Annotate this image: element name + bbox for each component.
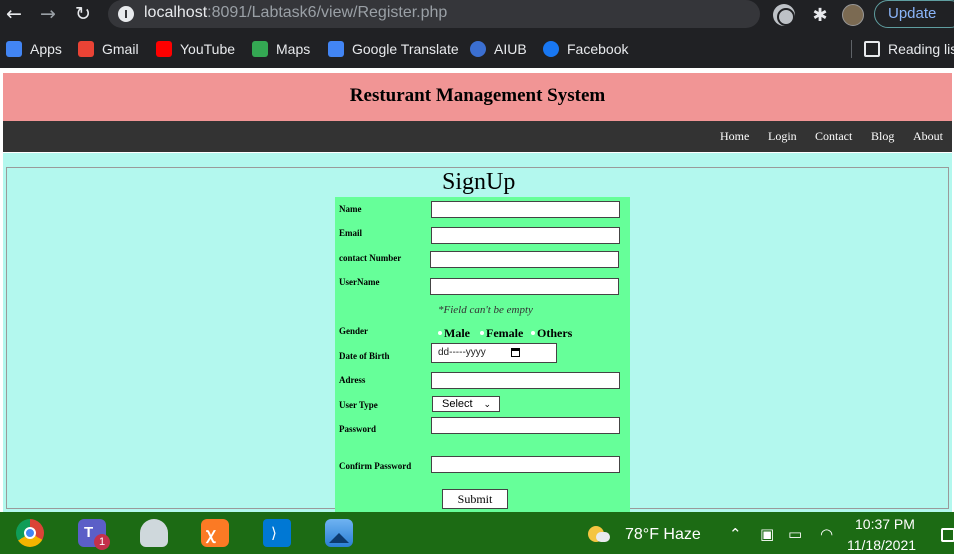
radio-dot-icon [480, 331, 484, 335]
weather-icon[interactable] [586, 522, 612, 544]
clock-time[interactable]: 10:37 PM [855, 516, 915, 532]
photos-taskbar-icon[interactable] [325, 519, 353, 547]
translate-globe-icon[interactable] [773, 4, 795, 26]
vscode-taskbar-icon[interactable]: ⟩ [263, 519, 291, 547]
bookmark-youtube[interactable]: YouTube [156, 40, 235, 58]
bookmark-maps[interactable]: Maps [252, 40, 310, 58]
name-input[interactable] [431, 201, 620, 218]
address-bar[interactable]: localhost:8091/Labtask6/view/Register.ph… [108, 0, 760, 28]
username-input[interactable] [430, 278, 619, 295]
bookmark-google-translate[interactable]: Google Translate [328, 40, 459, 58]
extensions-puzzle-icon[interactable]: ✱ [809, 4, 831, 26]
wifi-icon[interactable]: ◠ [820, 526, 833, 542]
gender-others-radio[interactable]: Others [531, 326, 572, 341]
confirm-password-input[interactable] [431, 456, 620, 473]
facebook-icon [543, 41, 559, 57]
contact-number-input[interactable] [430, 251, 619, 268]
browser-toolbar: ← → ↻ localhost:8091/Labtask6/view/Regis… [0, 0, 954, 30]
site-title: Resturant Management System [349, 85, 606, 106]
notification-icon[interactable] [941, 528, 954, 542]
apps-grid-icon [6, 41, 22, 57]
chevron-up-icon[interactable]: ⌃ [729, 526, 742, 542]
web-page: Resturant Management System Home Login C… [0, 68, 954, 517]
signup-form: Name Email contact Number UserName *Fiel… [335, 197, 630, 517]
bookmark-apps[interactable]: Apps [6, 40, 62, 58]
battery-icon[interactable]: ▭ [788, 526, 802, 542]
weather-text[interactable]: 78°F Haze [625, 526, 701, 544]
nav-login-link[interactable]: Login [768, 129, 797, 144]
name-label: Name [339, 204, 362, 214]
site-navbar: Home Login Contact Blog About [3, 121, 952, 152]
nav-home-link[interactable]: Home [720, 129, 749, 144]
teams-badge: 1 [94, 534, 110, 550]
nav-blog-link[interactable]: Blog [871, 129, 894, 144]
submit-button[interactable]: Submit [442, 489, 508, 509]
chrome-taskbar-icon[interactable] [16, 519, 44, 547]
nav-about-link[interactable]: About [913, 129, 943, 144]
dob-label: Date of Birth [339, 351, 390, 361]
calendar-icon[interactable] [511, 348, 520, 357]
contact-number-label: contact Number [339, 253, 402, 263]
maps-icon [252, 41, 268, 57]
site-header: Resturant Management System [3, 73, 952, 121]
password-input[interactable] [431, 417, 620, 434]
back-arrow-icon[interactable]: ← [2, 3, 26, 25]
forward-arrow-icon[interactable]: → [36, 3, 60, 25]
meet-now-icon[interactable]: ▣ [760, 526, 774, 542]
bookmarks-bar: Apps Gmail YouTube Maps Google Translate… [0, 32, 954, 66]
field-hint: *Field can't be empty [438, 304, 533, 316]
reload-icon[interactable]: ↻ [71, 3, 95, 25]
bookmark-gmail[interactable]: Gmail [78, 40, 139, 58]
aiub-icon [470, 41, 486, 57]
email-input[interactable] [431, 227, 620, 244]
xampp-taskbar-icon[interactable]: ꭓ [201, 519, 229, 547]
nav-contact-link[interactable]: Contact [815, 129, 852, 144]
signup-fieldset: SignUp Name Email contact Number UserNam… [6, 167, 949, 517]
bookmark-aiub[interactable]: AIUB [470, 40, 527, 58]
reading-list-button[interactable]: Reading list [864, 40, 954, 58]
address-input[interactable] [431, 372, 620, 389]
snipping-tool-taskbar-icon[interactable] [140, 519, 168, 547]
clock-date[interactable]: 11/18/2021 [847, 537, 916, 553]
radio-dot-icon [531, 331, 535, 335]
username-label: UserName [339, 277, 380, 287]
user-type-label: User Type [339, 400, 378, 410]
teams-taskbar-icon[interactable]: T 1 [78, 519, 110, 550]
update-button[interactable]: Update [874, 0, 954, 28]
youtube-icon [156, 41, 172, 57]
user-type-select[interactable]: Select ⌄ [432, 396, 500, 412]
bookmark-facebook[interactable]: Facebook [543, 40, 628, 58]
main-content: SignUp Name Email contact Number UserNam… [3, 153, 952, 517]
chevron-down-icon: ⌄ [483, 399, 491, 409]
gender-female-radio[interactable]: Female [480, 326, 523, 341]
windows-taskbar: T 1 ꭓ ⟩ 78°F Haze ⌃ ▣ ▭ ◠ 10:37 PM 11/18… [0, 512, 954, 554]
address-label: Adress [339, 375, 366, 385]
browser-chrome: ← → ↻ localhost:8091/Labtask6/view/Regis… [0, 0, 954, 68]
signup-legend: SignUp [440, 168, 518, 196]
confirm-password-label: Confirm Password [339, 461, 412, 471]
bookmarks-divider [851, 40, 852, 58]
dob-input[interactable]: dd-----yyyy [431, 343, 557, 363]
email-label: Email [339, 228, 363, 238]
gender-label: Gender [339, 326, 368, 336]
gmail-icon [78, 41, 94, 57]
reading-list-icon [864, 41, 880, 57]
radio-dot-icon [438, 331, 442, 335]
translate-icon [328, 41, 344, 57]
profile-avatar[interactable] [842, 4, 864, 26]
password-label: Password [339, 424, 377, 434]
site-info-icon[interactable] [118, 6, 134, 22]
gender-male-radio[interactable]: Male [438, 326, 470, 341]
url-text[interactable]: localhost:8091/Labtask6/view/Register.ph… [144, 4, 447, 22]
